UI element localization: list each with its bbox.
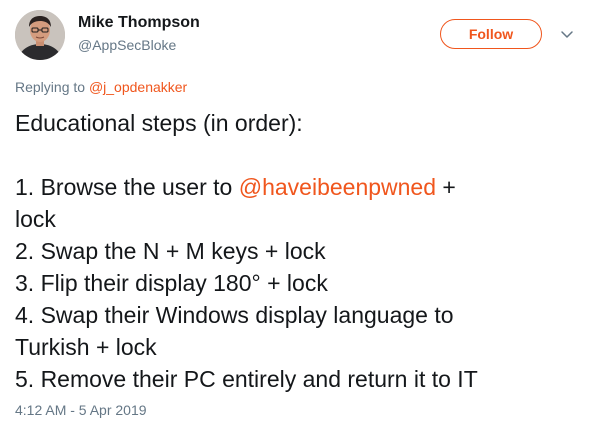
tweet-line-7: 5. Remove their PC entirely and return i… [15,366,478,392]
haveibeenpwned-mention-link[interactable]: @haveibeenpwned [239,174,436,200]
tweet-line-1-after: + [436,174,456,200]
author-block[interactable]: Mike Thompson @AppSecBloke [78,13,200,54]
tweet-line-1: 1. Browse the user to @haveibeenpwned + [15,171,583,203]
chevron-down-icon[interactable] [559,26,575,42]
tweet-line-1-before: 1. Browse the user to [15,174,239,200]
author-handle[interactable]: @AppSecBloke [78,36,200,54]
tweet-line-2: lock [15,206,56,232]
tweet-heading: Educational steps (in order): [15,110,303,136]
follow-button[interactable]: Follow [440,19,542,49]
avatar[interactable] [15,10,65,60]
tweet-timestamp[interactable]: 4:12 AM - 5 Apr 2019 [15,401,147,419]
profile-photo-icon [15,10,65,60]
replying-to: Replying to @j_opdenakker [15,78,187,96]
tweet-line-4: 3. Flip their display 180° + lock [15,270,328,296]
tweet-line-5: 4. Swap their Windows display language t… [15,302,454,328]
replying-to-label: Replying to [15,79,89,95]
tweet-line-6: Turkish + lock [15,334,157,360]
tweet-text: Educational steps (in order): 1. Browse … [15,107,583,395]
author-display-name[interactable]: Mike Thompson [78,13,200,33]
tweet-line-3: 2. Swap the N + M keys + lock [15,238,326,264]
reply-mention-link[interactable]: @j_opdenakker [89,79,187,95]
